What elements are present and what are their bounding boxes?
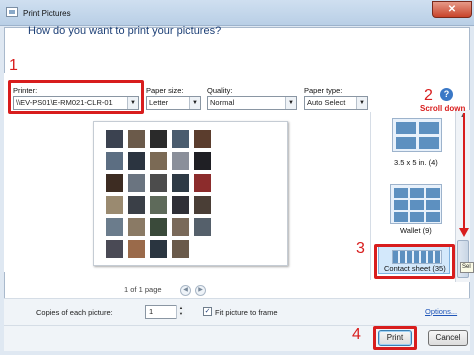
help-icon[interactable]: ?: [440, 88, 453, 101]
copies-label: Copies of each picture:: [36, 308, 113, 317]
photo-thumbnail: [128, 218, 145, 236]
chevron-down-icon[interactable]: ▼: [356, 97, 367, 109]
chevron-down-icon[interactable]: ▼: [285, 97, 296, 109]
fit-picture-checkbox[interactable]: ✓: [203, 307, 212, 316]
photo-thumbnail: [150, 240, 167, 258]
quality-label: Quality:: [207, 86, 233, 95]
photo-thumbnail: [172, 174, 189, 192]
photo-thumbnail: [128, 130, 145, 148]
photo-thumbnail: [150, 218, 167, 236]
photo-thumbnail: [128, 196, 145, 214]
callout-printer: [8, 80, 144, 114]
arrow-head-icon: [459, 228, 469, 237]
paper-type-label: Paper type:: [304, 86, 343, 95]
photo-thumbnail: [150, 174, 167, 192]
paper-size-label: Paper size:: [146, 86, 184, 95]
page-status: 1 of 1 page: [124, 285, 162, 294]
photo-thumbnail: [106, 152, 123, 170]
page-question: How do you want to print your pictures?: [28, 25, 222, 37]
fit-picture-label: Fit picture to frame: [215, 308, 278, 317]
step-3-marker: 3: [356, 240, 365, 257]
next-page-button[interactable]: ▶: [195, 285, 206, 296]
photo-thumbnail: [150, 196, 167, 214]
layout-thumb-4up[interactable]: [392, 118, 442, 152]
cancel-button[interactable]: Cancel: [428, 330, 468, 346]
photo-thumbnail: [128, 152, 145, 170]
paper-type-value: Auto Select: [307, 98, 346, 107]
copies-stepper[interactable]: ▲ ▼: [176, 305, 185, 319]
paper-size-select[interactable]: Letter ▼: [146, 96, 201, 110]
callout-contact-sheet: [374, 244, 455, 279]
scroll-down-hint: Scroll down: [420, 104, 466, 113]
photo-thumbnail: [150, 152, 167, 170]
paper-type-select[interactable]: Auto Select ▼: [304, 96, 368, 110]
photo-thumbnail: [194, 174, 211, 192]
photo-thumbnail: [150, 130, 167, 148]
callout-print-button: [373, 326, 417, 350]
tooltip: Sel: [460, 262, 474, 273]
photo-thumbnail: [106, 196, 123, 214]
chevron-down-icon[interactable]: ▼: [189, 97, 200, 109]
photo-thumbnail: [128, 240, 145, 258]
layout-thumb-wallet[interactable]: [390, 184, 442, 224]
photo-thumbnail: [106, 218, 123, 236]
photo-thumbnail: [194, 152, 211, 170]
print-pictures-icon: [6, 7, 18, 17]
photo-thumbnail: [172, 152, 189, 170]
photo-thumbnail: [194, 218, 211, 236]
step-4-marker: 4: [352, 326, 361, 343]
photo-thumbnail: [172, 218, 189, 236]
close-button[interactable]: ✕: [432, 1, 472, 18]
photo-thumbnail: [106, 130, 123, 148]
photo-thumbnail: [106, 174, 123, 192]
photo-thumbnail: [128, 174, 145, 192]
layout-label-wallet: Wallet (9): [400, 226, 432, 235]
quality-value: Normal: [210, 98, 235, 107]
step-1-marker: 1: [9, 57, 18, 74]
options-link[interactable]: Options...: [425, 307, 457, 316]
photo-thumbnail: [194, 196, 211, 214]
photo-thumbnail: [172, 240, 189, 258]
contact-sheet-preview: [93, 121, 288, 266]
photo-thumbnail: [172, 130, 189, 148]
paper-size-value: Letter: [149, 98, 169, 107]
step-2-marker: 2: [424, 87, 433, 104]
photo-thumbnail: [194, 130, 211, 148]
previous-page-button[interactable]: ◀: [180, 285, 191, 296]
title-bar: Print Pictures ✕: [0, 0, 474, 26]
photo-thumbnail: [106, 240, 123, 258]
quality-select[interactable]: Normal ▼: [207, 96, 297, 110]
window-title: Print Pictures: [23, 9, 71, 18]
scroll-down-arrow: [463, 113, 465, 231]
photo-thumbnail: [172, 196, 189, 214]
layout-label-4up: 3.5 x 5 in. (4): [394, 158, 438, 167]
